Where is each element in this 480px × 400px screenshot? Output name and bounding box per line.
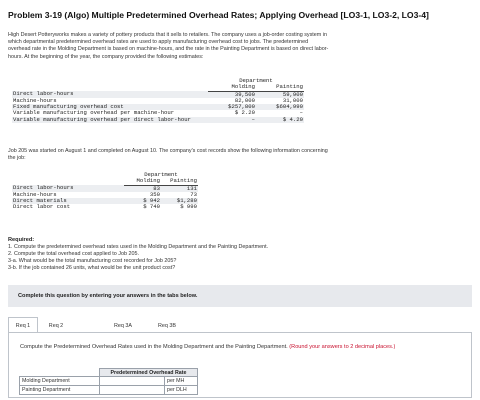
- required-item: 3-a. What would be the total manufacturi…: [8, 258, 177, 264]
- required-item: 1. Compute the predetermined overhead ra…: [8, 244, 269, 250]
- intro-line: hours. At the beginning of the year, the…: [8, 53, 204, 60]
- molding-rate-input[interactable]: [99, 376, 165, 386]
- complete-banner: Complete this question by entering your …: [8, 285, 472, 307]
- estimates-table: Department Molding Painting Direct labor…: [12, 77, 304, 124]
- required-item: 2. Compute the total overhead cost appli…: [8, 251, 139, 257]
- required-list: 1. Compute the predetermined overhead ra…: [8, 244, 268, 272]
- molding-rate-unit: per MH: [164, 376, 198, 386]
- tab-req-3a[interactable]: Req 3A: [108, 317, 138, 333]
- job-line: the job:: [8, 155, 26, 162]
- tab-req-1[interactable]: Req 1: [8, 317, 38, 333]
- painting-rate-input[interactable]: [99, 385, 165, 395]
- tab-req-2[interactable]: Req 2: [42, 317, 70, 333]
- answer-row-label: Molding Department: [19, 376, 100, 386]
- instruction-rounding-note: (Round your answers to 2 decimal places.…: [289, 344, 396, 350]
- overhead-rate-header: Predetermined Overhead Rate: [99, 368, 198, 377]
- required-heading: Required:: [8, 237, 35, 243]
- intro-line: which departmental predetermined overhea…: [8, 39, 309, 46]
- intro-line: overhead rate in the Molding Department …: [8, 46, 329, 53]
- answer-panel: Compute the Predetermined Overhead Rates…: [8, 332, 472, 398]
- job-row: Direct labor cost $ 740 $ 990: [13, 203, 197, 211]
- overhead-rate-table: Predetermined Overhead Rate Molding Depa…: [19, 368, 198, 395]
- job-paragraph: Job 205 was started on August 1 and comp…: [8, 148, 328, 162]
- intro-paragraph: High Desert Potteryworks makes a variety…: [8, 32, 328, 61]
- required-item: 3-b. If the job contained 26 units, what…: [8, 265, 176, 271]
- tab-req-3b[interactable]: Req 3B: [152, 317, 182, 333]
- job-table: Department Molding Painting Direct labor…: [12, 171, 198, 211]
- tab-bar: Req 1 Req 2 Req 3A Req 3B: [8, 317, 472, 333]
- answer-row-molding: Molding Department per MH: [19, 376, 198, 386]
- answer-row-painting: Painting Department per DLH: [19, 385, 198, 395]
- painting-rate-unit: per DLH: [164, 385, 198, 395]
- answer-instruction: Compute the Predetermined Overhead Rates…: [20, 344, 460, 351]
- intro-line: High Desert Potteryworks makes a variety…: [8, 32, 327, 38]
- estimates-row: Variable manufacturing overhead per dire…: [12, 115, 304, 124]
- problem-title: Problem 3-19 (Algo) Multiple Predetermin…: [8, 10, 429, 20]
- instruction-text: Compute the Predetermined Overhead Rates…: [20, 344, 288, 350]
- complete-text: Complete this question by entering your …: [18, 293, 198, 299]
- answer-row-label: Painting Department: [19, 385, 100, 395]
- job-line: Job 205 was started on August 1 and comp…: [8, 148, 328, 154]
